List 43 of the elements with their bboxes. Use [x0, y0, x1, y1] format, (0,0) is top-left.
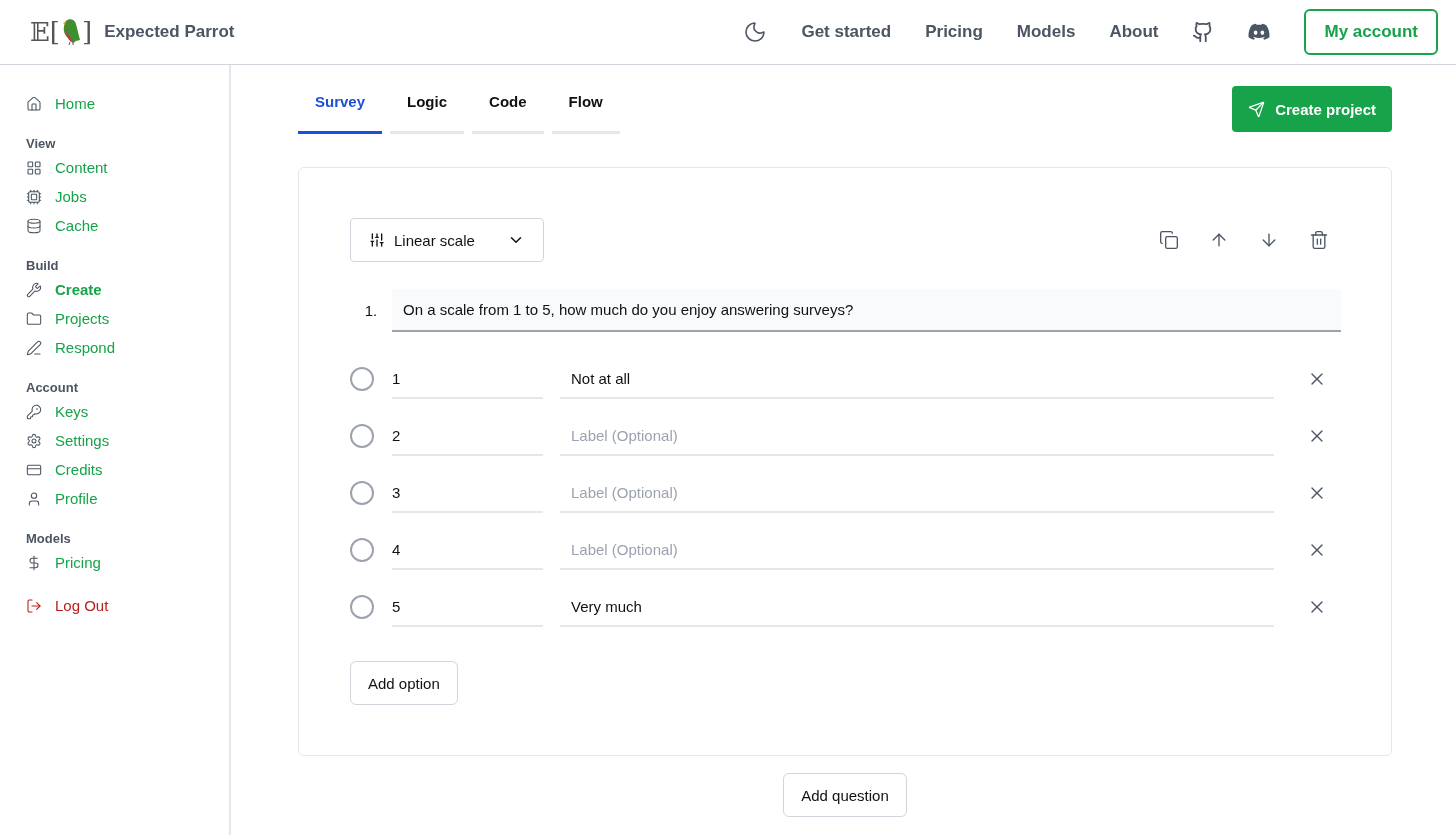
brand-name: Expected Parrot [104, 22, 235, 42]
nav-link[interactable]: Pricing [925, 22, 983, 42]
sidebar-icon [26, 217, 42, 234]
question-type-select[interactable]: Linear scale [350, 218, 544, 262]
sidebar-icon [26, 432, 42, 449]
question-text-field[interactable]: On a scale from 1 to 5, how much do you enjoy answering surveys? [392, 289, 1341, 332]
sidebar-item[interactable]: Log Out [26, 595, 229, 616]
chat-bubble-icon[interactable] [1248, 23, 1271, 41]
send-icon [1248, 100, 1266, 118]
sidebar-icon [26, 490, 42, 507]
logo[interactable]: 𝔼[ ] [30, 17, 93, 47]
nav-link[interactable]: Models [1016, 22, 1076, 42]
copy-icon[interactable] [1159, 230, 1179, 250]
nav-link[interactable]: Get started [801, 22, 892, 42]
sidebar-icon [26, 597, 42, 614]
question-number: 1. [363, 302, 379, 319]
sidebar-icon [26, 339, 42, 356]
tab[interactable]: Survey [298, 85, 383, 134]
radio-button[interactable] [350, 595, 374, 619]
sliders-icon [369, 232, 385, 248]
sidebar-icon [26, 281, 42, 298]
sidebar-icon [26, 310, 42, 327]
section-heading: View [26, 136, 57, 151]
sidebar-icon [26, 554, 42, 571]
section-heading: Account [26, 380, 79, 395]
nav-link[interactable]: About [1109, 22, 1159, 42]
sidebar-icon [26, 95, 42, 112]
sidebar-icon [26, 159, 42, 176]
radio-button[interactable] [350, 367, 374, 391]
add-question-button[interactable]: Add question [783, 773, 907, 817]
section-heading: Build [26, 258, 60, 273]
add-option-button[interactable]: Add option [350, 661, 458, 705]
radio-button[interactable] [350, 481, 374, 505]
tab[interactable]: Code [472, 85, 544, 134]
moon-icon[interactable] [743, 20, 768, 44]
sidebar-icon [26, 188, 42, 205]
sidebar-icon [26, 403, 42, 420]
trash-icon[interactable] [1309, 230, 1329, 250]
section-heading: Models [26, 531, 72, 546]
radio-button[interactable] [350, 538, 374, 562]
radio-button[interactable] [350, 424, 374, 448]
tab[interactable]: Logic [390, 85, 465, 134]
tab[interactable]: Flow [551, 85, 620, 134]
